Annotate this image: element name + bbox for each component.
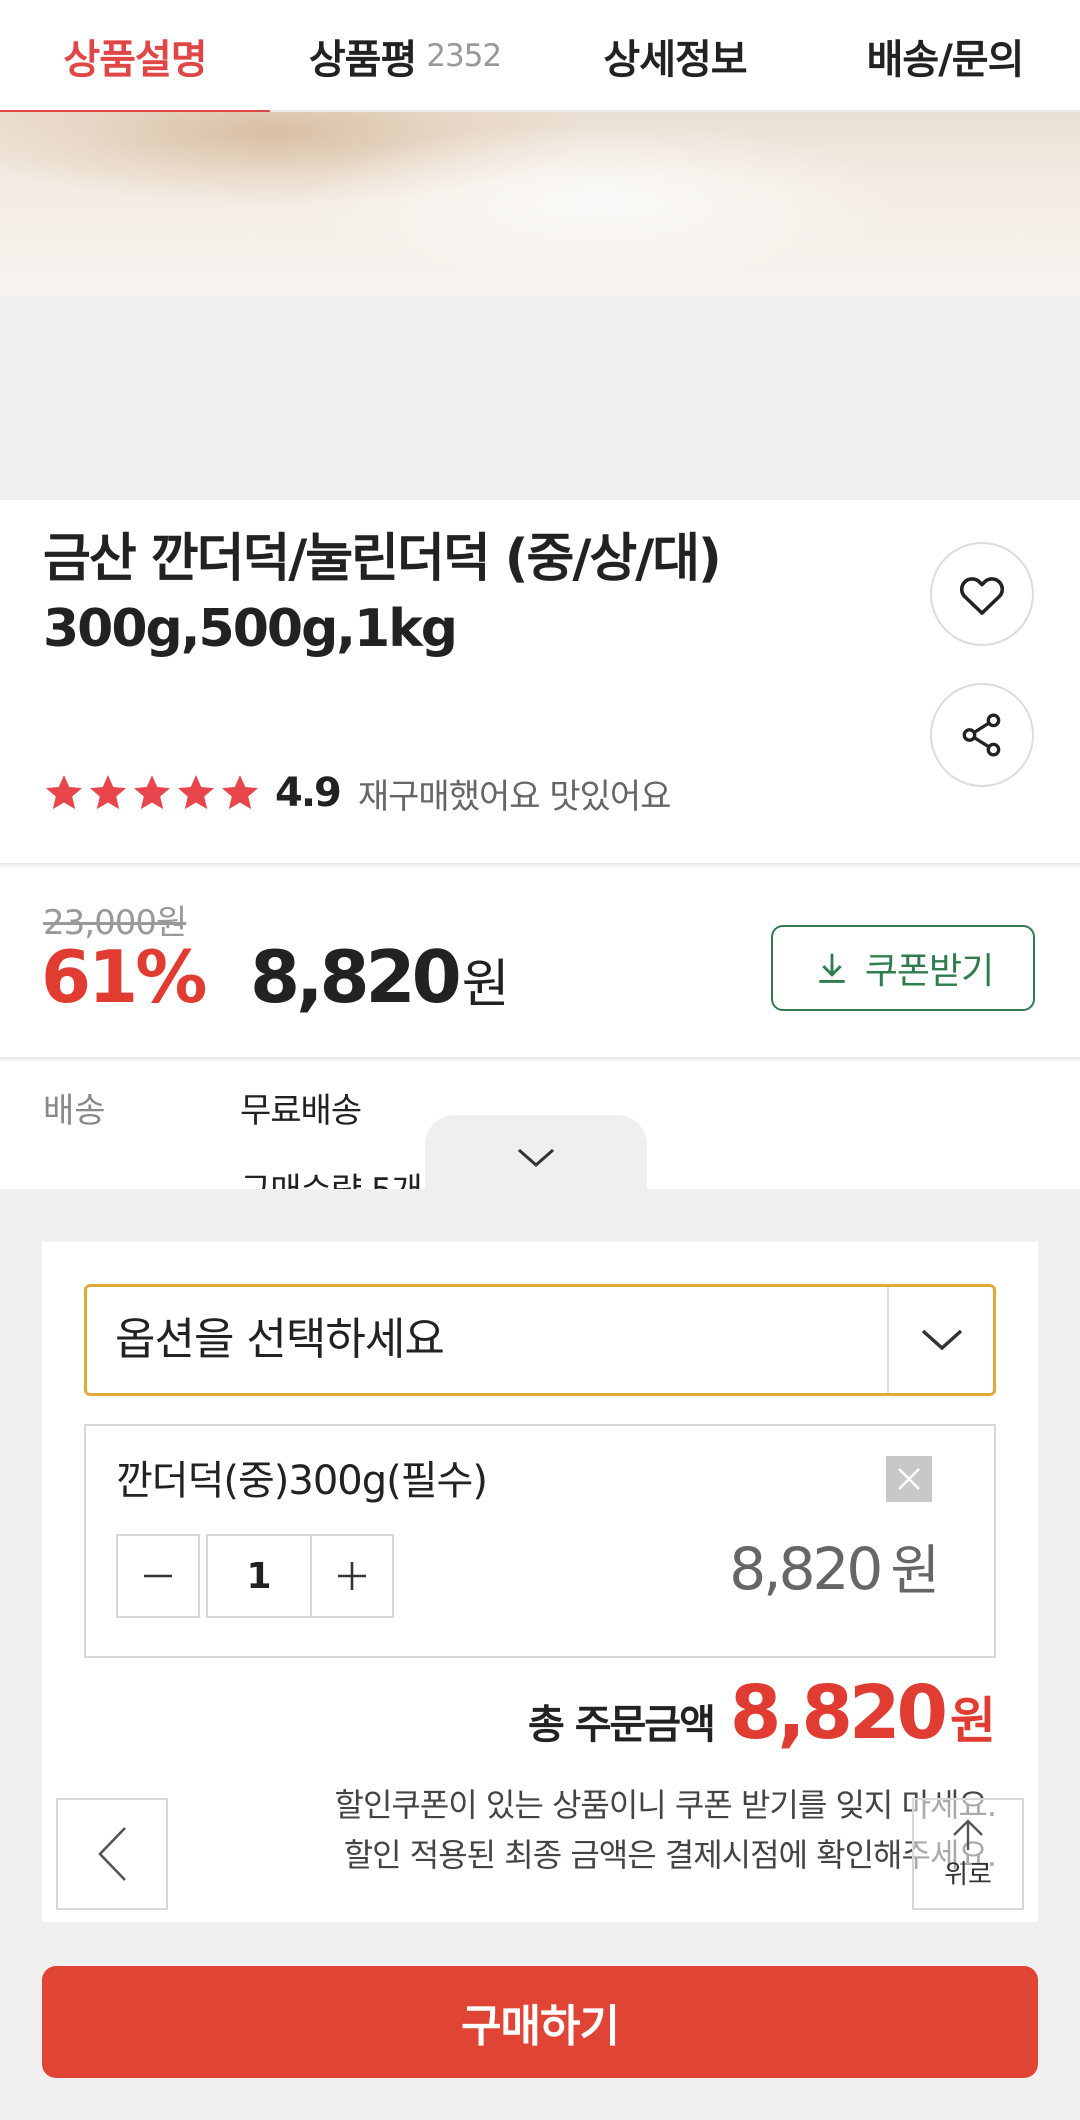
tab-label: 상품설명 (63, 37, 207, 83)
star-icon (89, 775, 127, 810)
coupon-button-label: 쿠폰받기 (864, 951, 994, 992)
arrow-up-icon (953, 1818, 983, 1850)
star-icon (177, 775, 215, 810)
review-snippet: 재구매했어요 맛있어요 (357, 776, 672, 817)
shipping-value: 무료배송 (240, 1091, 362, 1131)
total-label: 총 주문금액 (527, 1702, 716, 1748)
sale-price: 8,820원 (250, 935, 510, 1019)
tab-label: 배송/문의 (866, 37, 1025, 83)
currency-label: 원 (890, 1539, 940, 1602)
star-icon (221, 775, 259, 810)
get-coupon-button[interactable]: 쿠폰받기 (771, 925, 1035, 1011)
notice-line2: 할인 적용된 최종 금액은 결제시점에 확인해주세요. (343, 1836, 997, 1874)
option-price: 8,820 원 (729, 1526, 940, 1605)
section-spacer (0, 296, 1080, 500)
shipping-label: 배송 (43, 1091, 106, 1131)
option-dropdown-toggle[interactable] (891, 1287, 993, 1393)
currency-label: 원 (461, 955, 510, 1015)
rating-row[interactable]: 4.9 재구매했어요 맛있어요 (43, 768, 672, 818)
product-title-line2: 300g,500g,1kg (43, 599, 458, 659)
share-button[interactable] (930, 683, 1034, 787)
sale-price-value: 8,820 (250, 935, 462, 1019)
decrease-quantity-button[interactable] (116, 1534, 200, 1618)
remove-option-button[interactable] (886, 1456, 932, 1502)
review-count: 2352 (426, 38, 502, 74)
scroll-to-top-button[interactable]: 위로 (912, 1798, 1024, 1910)
notice-line1: 할인쿠폰이 있는 상품이니 쿠폰 받기를 잊지 마세요. (334, 1786, 997, 1824)
chevron-down-icon (518, 1148, 554, 1168)
total-currency: 원 (950, 1692, 996, 1750)
tab-label: 상품평 (308, 37, 417, 83)
quantity-input[interactable]: 1 (206, 1534, 312, 1618)
chevron-left-icon (98, 1827, 126, 1881)
star-icon (133, 775, 171, 810)
option-select-placeholder: 옵션을 선택하세요 (115, 1314, 445, 1365)
download-icon (819, 953, 845, 983)
discount-rate: 61% (41, 935, 207, 1019)
share-icon (962, 713, 1001, 757)
total-value: 8,820 (729, 1670, 948, 1756)
increase-quantity-button[interactable] (310, 1534, 394, 1618)
sheet-collapse-handle[interactable] (425, 1115, 647, 1195)
tab-reviews[interactable]: 상품평 2352 (270, 0, 540, 112)
heart-icon (959, 577, 1005, 615)
product-image (0, 112, 1080, 296)
product-title: 금산 깐더덕/눌린더덕 (중/상/대) 300g,500g,1kg (43, 524, 803, 664)
quantity-stepper: 1 (116, 1534, 394, 1618)
chevron-down-icon (921, 1329, 963, 1351)
scroll-to-top-label: 위로 (944, 1859, 992, 1890)
star-icon (45, 775, 83, 810)
minus-icon (144, 1574, 172, 1578)
rating-value: 4.9 (275, 770, 342, 816)
tab-label: 상세정보 (603, 37, 747, 83)
back-button[interactable] (56, 1798, 168, 1910)
divider (887, 1287, 889, 1393)
tab-shipping-inquiry[interactable]: 배송/문의 (810, 0, 1080, 112)
coupon-notice: 할인쿠폰이 있는 상품이니 쿠폰 받기를 잊지 마세요. 할인 적용된 최종 금… (334, 1780, 997, 1880)
option-select[interactable]: 옵션을 선택하세요 (84, 1284, 996, 1396)
price-section: 23,000원 61% 8,820원 쿠폰받기 (0, 867, 1080, 1059)
option-panel: 옵션을 선택하세요 깐더덕(중)300g(필수) 1 8,820 원 총 주문금액… (42, 1242, 1038, 1922)
selected-option-name: 깐더덕(중)300g(필수) (116, 1458, 488, 1504)
total-order-amount: 총 주문금액 8,820 원 (528, 1670, 996, 1756)
selected-option-item: 깐더덕(중)300g(필수) 1 8,820 원 (84, 1424, 996, 1658)
product-info: 금산 깐더덕/눌린더덕 (중/상/대) 300g,500g,1kg 4.9 재구… (0, 500, 1080, 865)
tab-description[interactable]: 상품설명 (0, 0, 270, 112)
tab-details[interactable]: 상세정보 (540, 0, 810, 112)
wishlist-button[interactable] (930, 542, 1034, 646)
plus-icon (338, 1562, 366, 1590)
star-rating (43, 772, 261, 814)
close-icon (898, 1468, 920, 1490)
option-price-value: 8,820 (729, 1535, 883, 1603)
buy-button[interactable]: 구매하기 (42, 1966, 1038, 2078)
product-title-line1: 금산 깐더덕/눌린더덕 (중/상/대) (43, 529, 722, 589)
tab-bar: 상품설명 상품평 2352 상세정보 배송/문의 (0, 0, 1080, 118)
